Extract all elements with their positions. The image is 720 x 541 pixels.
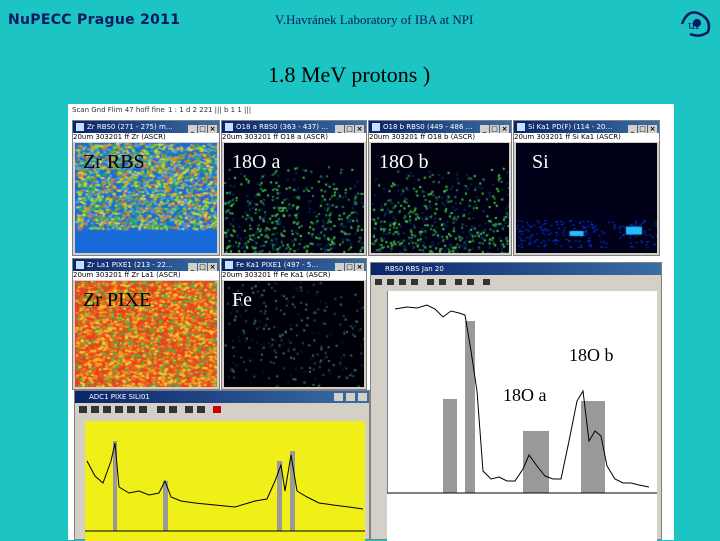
toolbar-icons[interactable] [371, 276, 663, 288]
window-app-icon [76, 123, 84, 131]
map-label-fe: Fe [232, 289, 252, 311]
adc-titlebar[interactable]: ADC1 PIXE SILI01 [75, 391, 369, 403]
minimize-icon[interactable]: _ [188, 125, 197, 133]
map-window-18o-b[interactable]: O18 b RBS0 (449 - 486 … _ □ × 20um 303201 ff… [368, 120, 512, 256]
minimize-icon[interactable]: _ [628, 125, 637, 133]
map-title-si: Si Ka1 PD(F) (114 - 20… [528, 123, 613, 131]
map-subtitle-si: 20um 303201 ff Si Ka1 (ASCR) [514, 133, 659, 142]
map-titlebar-18o-b[interactable]: O18 b RBS0 (449 - 486 … _ □ × [369, 121, 511, 133]
close-icon[interactable]: × [355, 263, 364, 271]
maximize-icon[interactable]: □ [345, 263, 354, 271]
map-titlebar-fe[interactable]: Fe Ka1 PIXE1 (497 - 5… _ □ × [222, 259, 366, 271]
map-subtitle-zr-rbs: 20um 303201 ff Zr (ASCR) [73, 133, 219, 142]
adc-title: ADC1 PIXE SILI01 [89, 393, 150, 401]
close-icon[interactable]: × [648, 125, 657, 133]
slide-title: 1.8 MeV protons ) [268, 62, 431, 87]
svg-text:uf: uf [688, 19, 700, 32]
map-subtitle-18o-b: 20um 303201 ff O18 b (ASCR) [369, 133, 511, 142]
window-app-icon [225, 123, 233, 131]
close-icon[interactable]: × [208, 125, 217, 133]
map-subtitle-18o-a: 20um 303201 ff O18 a (ASCR) [222, 133, 366, 142]
author-lab-label: V.Havránek Laboratory of IBA at NPI [275, 12, 474, 27]
map-titlebar-zr-rbs[interactable]: Zr RBS0 (271 - 275) m… _ □ × [73, 121, 219, 133]
window-app-icon [517, 123, 525, 131]
map-label-si: Si [532, 151, 549, 173]
window-buttons[interactable]: _ □ × [627, 123, 657, 133]
window-app-icon [225, 261, 233, 269]
map-window-si[interactable]: Si Ka1 PD(F) (114 - 20… _ □ × 20um 303201 ff… [513, 120, 660, 256]
window-buttons[interactable]: _ □ × [479, 123, 509, 133]
map-title-fe: Fe Ka1 PIXE1 (497 - 5… [236, 261, 319, 269]
close-icon[interactable]: × [208, 263, 217, 271]
map-title-18o-b: O18 b RBS0 (449 - 486 … [383, 123, 473, 131]
map-label-18o-a: 18O a [232, 151, 281, 173]
rbs-spectrum-plot [387, 291, 657, 541]
map-title-18o-a: O18 a RBS0 (363 - 437) … [236, 123, 329, 131]
map-window-18o-a[interactable]: O18 a RBS0 (363 - 437) … _ □ × 20um 303201 f… [221, 120, 367, 256]
map-subtitle-zr-pixe: 20um 303201 ff Zr La1 (ASCR) [73, 271, 219, 280]
map-titlebar-zr-pixe[interactable]: Zr La1 PIXE1 (213 - 22… _ □ × [73, 259, 219, 271]
minimize-icon[interactable]: _ [188, 263, 197, 271]
window-buttons[interactable]: _ □ × [334, 123, 364, 133]
rbs-spectrum-toolbar [371, 275, 661, 287]
menu-strip-a: Scan Gnd Flim 47 hoff fine [72, 106, 165, 114]
maximize-icon[interactable]: □ [345, 125, 354, 133]
adc-toolbar-icons[interactable] [75, 403, 371, 417]
minimize-icon[interactable]: _ [335, 125, 344, 133]
maximize-icon[interactable]: □ [198, 125, 207, 133]
window-buttons[interactable]: _ □ × [187, 123, 217, 133]
minimize-icon[interactable]: _ [335, 263, 344, 271]
window-buttons[interactable]: _ □ × [187, 261, 217, 271]
window-buttons[interactable]: _ □ × [334, 261, 364, 271]
map-titlebar-si[interactable]: Si Ka1 PD(F) (114 - 20… _ □ × [514, 121, 659, 133]
menu-strip: Scan Gnd Flim 47 hoff fine 1 : 1 d 2 22 … [68, 104, 674, 118]
map-window-zr-rbs[interactable]: Zr RBS0 (271 - 275) m… _ □ × 20um 303201 ff … [72, 120, 220, 256]
maximize-icon[interactable]: □ [638, 125, 647, 133]
adc-pixe-spectrum-plot [85, 421, 365, 541]
map-title-zr-pixe: Zr La1 PIXE1 (213 - 22… [87, 261, 173, 269]
peak-label-18o-a: 18O a [503, 385, 547, 405]
maximize-icon[interactable]: □ [490, 125, 499, 133]
close-icon[interactable]: × [500, 125, 509, 133]
peak-label-18o-b: 18O b [569, 345, 614, 365]
menu-strip-b: 1 : 1 d 2 22 [168, 106, 209, 114]
map-subtitle-fe: 20um 303201 ff Fe Ka1 (ASCR) [222, 271, 366, 280]
minimize-icon[interactable]: _ [480, 125, 489, 133]
close-icon[interactable]: × [355, 125, 364, 133]
map-window-zr-pixe[interactable]: Zr La1 PIXE1 (213 - 22… _ □ × 20um 303201 ff… [72, 258, 220, 390]
map-title-zr-rbs: Zr RBS0 (271 - 275) m… [87, 123, 173, 131]
map-label-zr-pixe: Zr PIXE [83, 289, 152, 311]
rbs-spectrum-window[interactable]: RBS0 RBS Jan 20 18O b 18O a [370, 262, 662, 541]
conference-label: NuPECC Prague 2011 [8, 12, 181, 28]
maximize-icon[interactable]: □ [198, 263, 207, 271]
window-app-icon [372, 123, 380, 131]
institute-logo-icon: uf [680, 11, 711, 37]
map-titlebar-18o-a[interactable]: O18 a RBS0 (363 - 437) … _ □ × [222, 121, 366, 133]
window-app-icon [76, 261, 84, 269]
map-label-zr-rbs: Zr RBS [83, 151, 145, 173]
menu-strip-c: 1 ||| b 1 1 ||| [208, 106, 252, 114]
rbs-spectrum-titlebar[interactable]: RBS0 RBS Jan 20 [371, 263, 661, 275]
map-label-18o-b: 18O b [379, 151, 429, 173]
map-window-fe[interactable]: Fe Ka1 PIXE1 (497 - 5… _ □ × 20um 303201 ff … [221, 258, 367, 390]
rbs-spectrum-title: RBS0 RBS Jan 20 [385, 265, 444, 273]
adc-pixe-window[interactable]: ADC1 PIXE SILI01 [74, 390, 371, 541]
